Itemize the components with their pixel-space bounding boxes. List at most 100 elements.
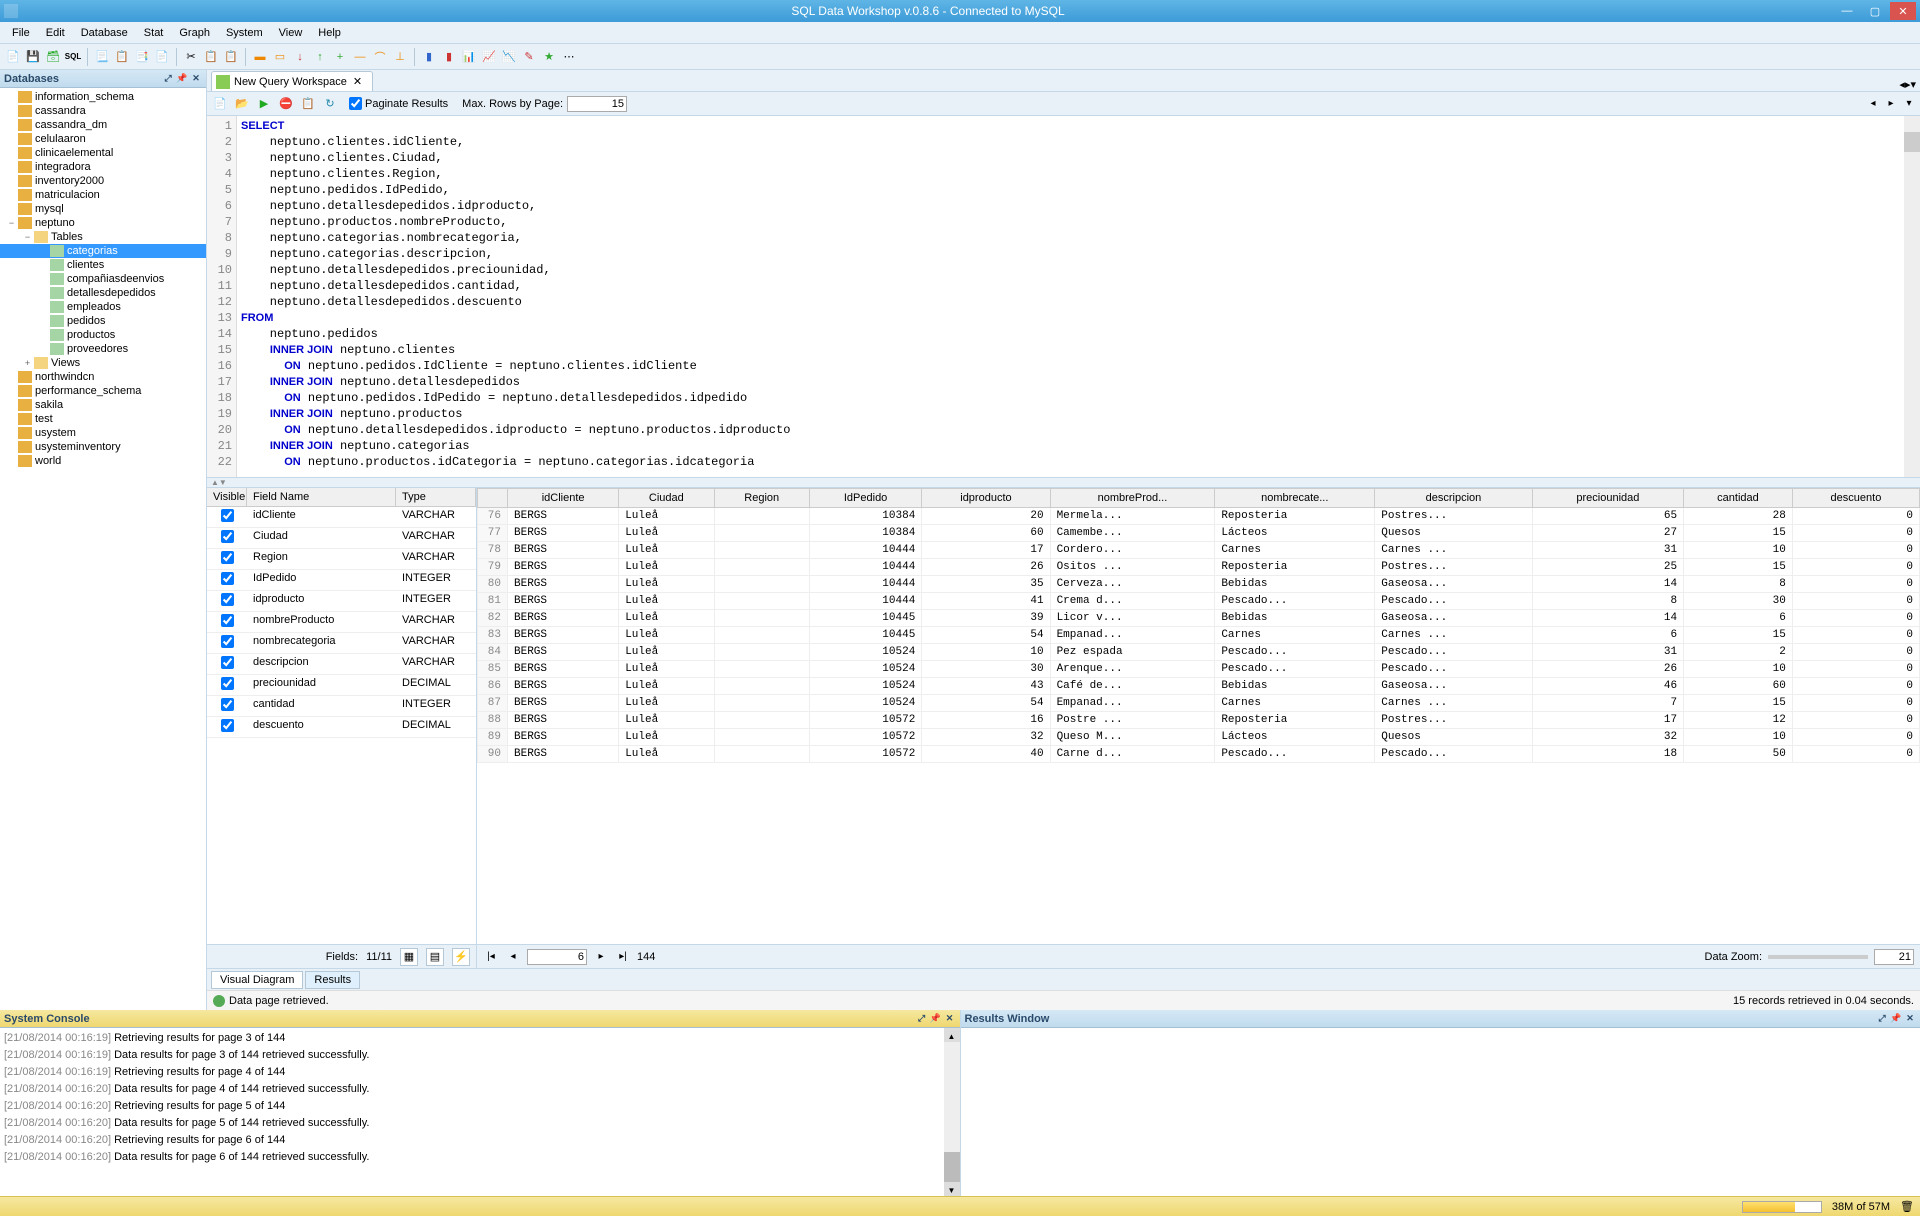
page-next-icon[interactable]: ▸ [593,949,609,965]
column-header[interactable]: IdPedido [809,489,921,508]
page-prev-icon[interactable]: ◂ [505,949,521,965]
tab-visual-diagram[interactable]: Visual Diagram [211,971,303,989]
column-header[interactable]: cantidad [1684,489,1793,508]
table-row[interactable]: 80BERGSLuleå1044435Cerveza...BebidasGase… [478,576,1920,593]
field-row[interactable]: descripcionVARCHAR [207,654,476,675]
panel-close-icon[interactable]: ✕ [190,73,202,85]
tree-item[interactable]: performance_schema [0,384,206,398]
tree-item[interactable]: pedidos [0,314,206,328]
console-pin-icon[interactable]: 📌 [930,1013,942,1025]
table-row[interactable]: 86BERGSLuleå1052443Café de...BebidasGase… [478,678,1920,695]
console-close-icon[interactable]: ✕ [944,1013,956,1025]
fields-col-type[interactable]: Type [396,488,476,506]
menu-stat[interactable]: Stat [136,25,172,41]
page-first-icon[interactable]: |◂ [483,949,499,965]
cut-icon[interactable]: ✂ [182,48,200,66]
database-tree[interactable]: information_schemacassandracassandra_dmc… [0,88,206,1010]
tree-item[interactable]: sakila [0,398,206,412]
data-grid[interactable]: idClienteCiudadRegionIdPedidoidproducton… [477,488,1920,944]
chart7-icon[interactable]: ⌒ [371,48,389,66]
tree-item[interactable]: usysteminventory [0,440,206,454]
field-row[interactable]: idproductoINTEGER [207,591,476,612]
panel-pin-icon[interactable]: 📌 [176,73,188,85]
panel-float-icon[interactable]: ⤢ [162,73,174,85]
column-header[interactable]: nombrecate... [1215,489,1375,508]
menu-edit[interactable]: Edit [38,25,73,41]
table-row[interactable]: 83BERGSLuleå1044554Empanad...CarnesCarne… [478,627,1920,644]
tree-item[interactable]: information_schema [0,90,206,104]
column-header[interactable]: Ciudad [619,489,714,508]
page-current-input[interactable] [527,949,587,965]
chart3-icon[interactable]: ↓ [291,48,309,66]
table-row[interactable]: 87BERGSLuleå1052454Empanad...CarnesCarne… [478,695,1920,712]
close-button[interactable]: ✕ [1890,2,1916,20]
field-row[interactable]: CiudadVARCHAR [207,528,476,549]
nav-list-icon[interactable]: ▾ [1902,97,1916,111]
maximize-button[interactable]: ▢ [1862,2,1888,20]
new-icon[interactable]: 📄 [4,48,22,66]
tree-item[interactable]: integradora [0,160,206,174]
fields-view1-icon[interactable]: ▦ [400,948,418,966]
open-query-icon[interactable]: 📂 [233,95,251,113]
nav-prev-icon[interactable]: ◂ [1866,97,1880,111]
field-row[interactable]: descuentoDECIMAL [207,717,476,738]
menu-database[interactable]: Database [73,25,136,41]
field-row[interactable]: cantidadINTEGER [207,696,476,717]
column-header[interactable]: nombreProd... [1050,489,1215,508]
column-header[interactable]: idproducto [922,489,1050,508]
tree-item[interactable]: clinicaelemental [0,146,206,160]
graph5-icon[interactable]: 📉 [500,48,518,66]
format-icon[interactable]: 📋 [299,95,317,113]
column-header[interactable]: Region [714,489,809,508]
chart8-icon[interactable]: ⊥ [391,48,409,66]
fields-view3-icon[interactable]: ⚡ [452,948,470,966]
table-row[interactable]: 77BERGSLuleå1038460Camembe...LácteosQues… [478,525,1920,542]
gc-icon[interactable]: 🗑 [1900,1200,1914,1214]
fields-col-visible[interactable]: Visible [207,488,247,506]
sql-editor[interactable]: SELECT neptuno.clientes.idCliente, neptu… [237,116,1920,477]
doc2-icon[interactable]: 📋 [113,48,131,66]
paginate-input[interactable] [349,97,362,110]
refresh-icon[interactable]: ↻ [321,95,339,113]
tab-query-workspace[interactable]: New Query Workspace ✕ [211,71,373,91]
sql-icon[interactable]: SQL [64,48,82,66]
tree-item[interactable]: clientes [0,258,206,272]
table-row[interactable]: 84BERGSLuleå1052410Pez espadaPescado...P… [478,644,1920,661]
tree-item[interactable]: inventory2000 [0,174,206,188]
table-row[interactable]: 78BERGSLuleå1044417Cordero...CarnesCarne… [478,542,1920,559]
results-close-icon[interactable]: ✕ [1904,1013,1916,1025]
results-pin-icon[interactable]: 📌 [1890,1013,1902,1025]
tree-item[interactable]: northwindcn [0,370,206,384]
tree-item[interactable]: matriculacion [0,188,206,202]
chart2-icon[interactable]: ▭ [271,48,289,66]
doc1-icon[interactable]: 📃 [93,48,111,66]
table-row[interactable]: 88BERGSLuleå1057216Postre ...ReposteriaP… [478,712,1920,729]
chart4-icon[interactable]: ↑ [311,48,329,66]
field-row[interactable]: IdPedidoINTEGER [207,570,476,591]
doc3-icon[interactable]: 📑 [133,48,151,66]
table-row[interactable]: 76BERGSLuleå1038420Mermela...ReposteriaP… [478,508,1920,525]
menu-view[interactable]: View [271,25,311,41]
tree-item[interactable]: detallesdepedidos [0,286,206,300]
tree-item[interactable]: productos [0,328,206,342]
tree-item[interactable]: −Tables [0,230,206,244]
table-row[interactable]: 85BERGSLuleå1052430Arenque...Pescado...P… [478,661,1920,678]
tree-item[interactable]: cassandra [0,104,206,118]
new-query-icon[interactable]: 📄 [211,95,229,113]
run-icon[interactable]: ▶ [255,95,273,113]
field-row[interactable]: preciounidadDECIMAL [207,675,476,696]
graph7-icon[interactable]: ★ [540,48,558,66]
menu-help[interactable]: Help [310,25,349,41]
max-rows-input[interactable] [567,96,627,112]
tree-item[interactable]: proveedores [0,342,206,356]
column-header[interactable]: preciounidad [1532,489,1683,508]
page-last-icon[interactable]: ▸| [615,949,631,965]
field-row[interactable]: nombreProductoVARCHAR [207,612,476,633]
fields-view2-icon[interactable]: ▤ [426,948,444,966]
console-output[interactable]: [21/08/2014 00:16:19] Retrieving results… [0,1028,960,1196]
chart5-icon[interactable]: + [331,48,349,66]
menu-system[interactable]: System [218,25,271,41]
console-float-icon[interactable]: ⤢ [916,1013,928,1025]
tree-item[interactable]: mysql [0,202,206,216]
column-header[interactable] [478,489,508,508]
